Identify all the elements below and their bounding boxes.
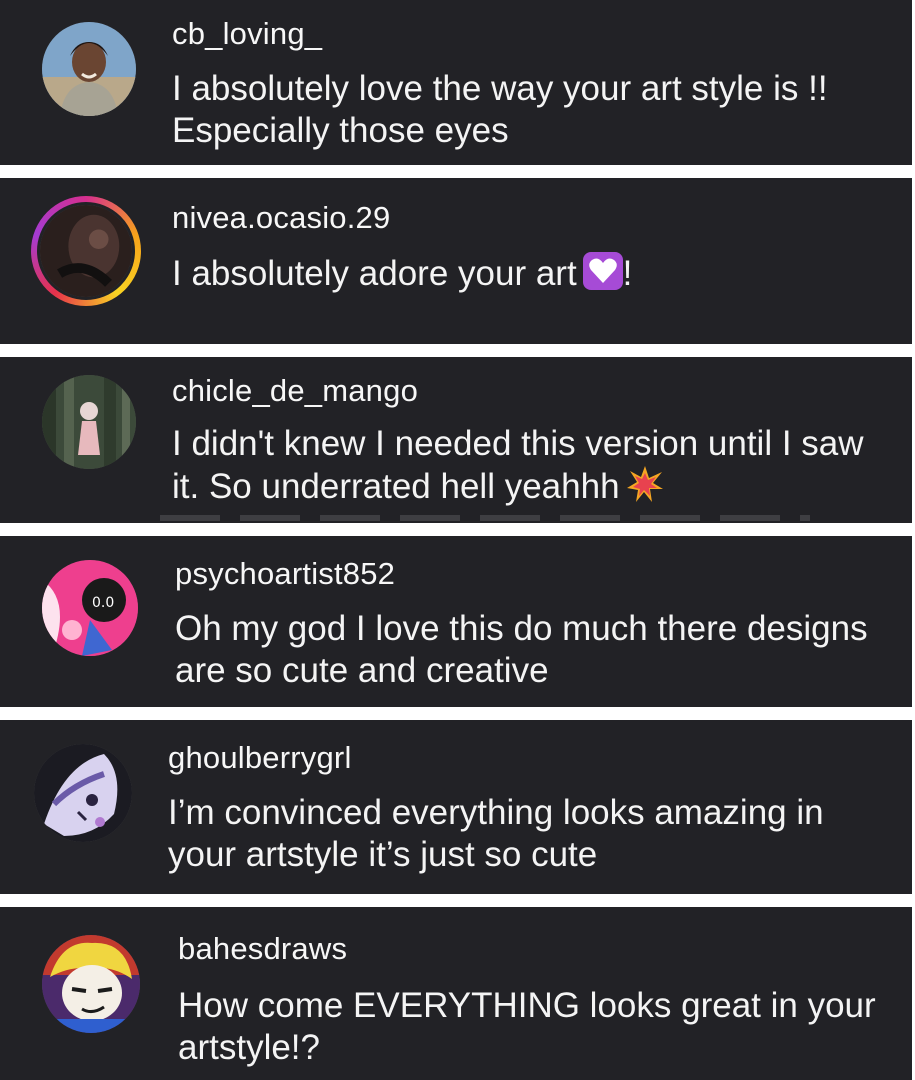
username[interactable]: chicle_de_mango [172,373,418,409]
username[interactable]: psychoartist852 [175,556,395,592]
comment-text-body: I didn't knew I needed this version unti… [172,424,864,506]
username[interactable]: bahesdraws [178,931,347,967]
comment-card: bahesdraws How come EVERYTHING looks gre… [0,907,912,1080]
white-heart-emoji [582,252,623,300]
avatar[interactable] [42,935,140,1033]
avatar[interactable] [37,202,135,300]
comment-text: I’m convinced everything looks amazing i… [168,793,824,874]
comment-suffix: ! [622,254,633,293]
avatar[interactable] [34,744,132,842]
comment-text: I didn't knew I needed this version unti… [172,423,892,513]
cutoff-text-fragment [160,515,810,521]
comment-card: ghoulberrygrl I’m convinced everything l… [0,720,912,894]
comment-card: chicle_de_mango I didn't knew I needed t… [0,357,912,523]
comment-text: I absolutely adore your art! [172,252,892,300]
username[interactable]: cb_loving_ [172,16,322,52]
comment-text: I absolutely love the way your art style… [172,69,828,150]
avatar[interactable] [42,22,136,116]
username[interactable]: nivea.ocasio.29 [172,200,390,236]
collision-emoji [626,465,664,513]
comment-text: How come EVERYTHING looks great in your … [178,986,876,1067]
comment-card: cb_loving_ I absolutely love the way you… [0,0,912,165]
username[interactable]: ghoulberrygrl [168,740,352,776]
comment-text-body: I absolutely adore your art [172,254,577,293]
avatar[interactable]: 0.0 [42,560,138,656]
comment-card: 0.0 psychoartist852 Oh my god I love thi… [0,536,912,707]
avatar[interactable] [42,375,136,469]
comment-text: Oh my god I love this do much there desi… [175,609,868,690]
svg-text:0.0: 0.0 [92,595,114,611]
comment-card: nivea.ocasio.29 I absolutely adore your … [0,178,912,344]
